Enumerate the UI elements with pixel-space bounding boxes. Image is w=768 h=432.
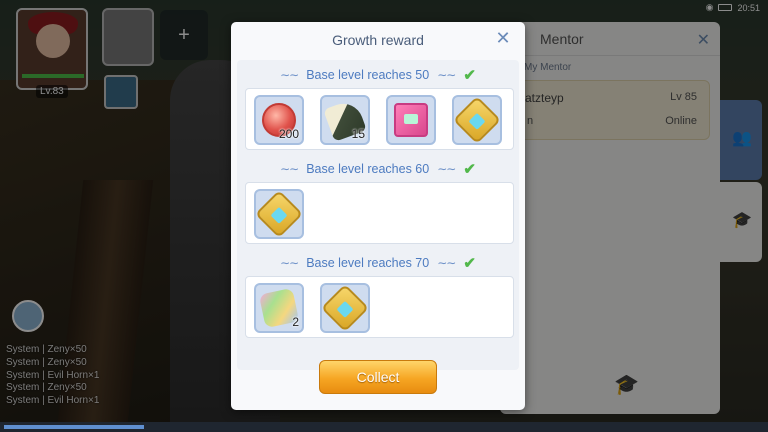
- checkmark-icon: ✔: [463, 161, 476, 178]
- item-amount: 200: [278, 127, 299, 141]
- section-header-lv60: ∼∼ Base level reaches 60 ∼∼ ✔: [237, 158, 519, 180]
- reward-slot[interactable]: 2: [254, 283, 304, 333]
- reward-slot[interactable]: [254, 189, 304, 239]
- exp-bar: [0, 422, 768, 432]
- section-title: Base level reaches 50: [306, 68, 430, 82]
- reward-slot[interactable]: [320, 283, 370, 333]
- reward-box-lv50: 200 15: [245, 88, 514, 150]
- wave-ornament: ∼∼: [280, 68, 299, 82]
- reward-box-lv70: 2: [245, 276, 514, 338]
- section-header-lv70: ∼∼ Base level reaches 70 ∼∼ ✔: [237, 252, 519, 274]
- wave-ornament: ∼∼: [280, 162, 299, 176]
- exp-progress: [4, 425, 144, 429]
- growth-reward-dialog: Growth reward ✕ ∼∼ Base level reaches 50…: [231, 22, 525, 410]
- section-header-lv50: ∼∼ Base level reaches 50 ∼∼ ✔: [237, 64, 519, 86]
- reward-slot[interactable]: [452, 95, 502, 145]
- wave-ornament: ∼∼: [437, 256, 456, 270]
- collect-button[interactable]: Collect: [319, 360, 437, 394]
- reward-slot[interactable]: 15: [320, 95, 370, 145]
- reward-slot[interactable]: [386, 95, 436, 145]
- checkmark-icon: ✔: [463, 67, 476, 84]
- gold-box-icon: [320, 283, 370, 333]
- reward-box-lv60: [245, 182, 514, 244]
- item-amount: 15: [351, 127, 365, 141]
- section-title: Base level reaches 70: [306, 256, 430, 270]
- checkmark-icon: ✔: [463, 255, 476, 272]
- section-title: Base level reaches 60: [306, 162, 430, 176]
- card-album-icon: [394, 103, 428, 137]
- reward-list: ∼∼ Base level reaches 50 ∼∼ ✔ 200 15 ∼∼: [237, 60, 519, 370]
- reward-slot[interactable]: 200: [254, 95, 304, 145]
- wave-ornament: ∼∼: [437, 68, 456, 82]
- gold-box-icon: [452, 95, 502, 145]
- item-amount: 2: [292, 315, 299, 329]
- gold-box-icon: [254, 189, 304, 239]
- close-icon[interactable]: ✕: [493, 28, 513, 48]
- dialog-title: Growth reward: [332, 32, 424, 48]
- wave-ornament: ∼∼: [437, 162, 456, 176]
- wave-ornament: ∼∼: [280, 256, 299, 270]
